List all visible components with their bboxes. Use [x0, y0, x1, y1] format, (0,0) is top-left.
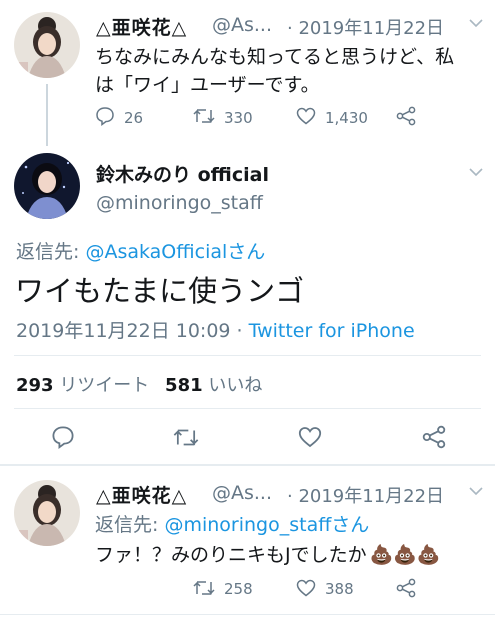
author-avatar[interactable] — [14, 12, 80, 78]
like-stat[interactable]: 581 いいね — [165, 375, 262, 396]
reply-context: 返信先: @minoringo_staffさん — [95, 510, 369, 537]
reply-icon[interactable] — [51, 425, 75, 449]
reply-context: 返信先: @AsakaOfficialさん — [16, 237, 265, 264]
tweet-text: は「ワイ」ユーザーです。 — [95, 74, 320, 96]
tweet-client-link[interactable]: Twitter for iPhone — [249, 320, 415, 342]
heart-icon[interactable] — [298, 426, 322, 448]
retweet-total: 293 — [16, 375, 54, 396]
tweet-timestamp: 2019年11月22日 10:09 · — [16, 320, 249, 342]
tweet-separator — [0, 464, 495, 466]
author-handle[interactable]: @minoringo_staff — [96, 192, 263, 214]
author-handle[interactable]: @As... — [212, 14, 272, 36]
poop-emoji: 💩💩💩 — [369, 544, 441, 566]
heart-icon[interactable] — [296, 579, 316, 597]
share-icon[interactable] — [396, 106, 416, 126]
chevron-down-icon[interactable] — [468, 486, 484, 496]
reply-label: 返信先: — [16, 241, 86, 263]
retweet-icon[interactable] — [192, 107, 216, 125]
reply-to-link[interactable]: @AsakaOfficialさん — [85, 241, 265, 263]
retweet-stat-label: リツイート — [59, 375, 150, 396]
chevron-down-icon[interactable] — [468, 18, 484, 28]
like-stat-label: いいね — [208, 375, 263, 396]
tweet-text-row: ファ！？みのりニキもJでしたか 💩💩💩 — [95, 540, 441, 567]
reply-label: 返信先: — [95, 514, 165, 536]
retweet-count: 258 — [224, 580, 253, 598]
chevron-down-icon[interactable] — [468, 167, 484, 177]
author-name[interactable]: △亜咲花△ — [96, 13, 187, 40]
retweet-stat[interactable]: 293 リツイート — [16, 375, 149, 396]
retweet-icon[interactable] — [192, 579, 216, 597]
tweet-text: ちなみにみんなも知ってると思うけど、私 — [95, 46, 455, 68]
like-total: 581 — [165, 375, 203, 396]
divider — [14, 355, 481, 356]
like-count: 1,430 — [325, 109, 368, 127]
reply-to-link[interactable]: @minoringo_staffさん — [164, 514, 369, 536]
reply-count: 26 — [124, 109, 144, 127]
tweet-date[interactable]: · 2019年11月22日 — [287, 482, 444, 508]
like-count: 388 — [325, 580, 354, 598]
divider — [0, 614, 495, 615]
tweet-text: ワイもたまに使うンゴ — [15, 274, 305, 308]
divider — [14, 408, 481, 409]
heart-icon[interactable] — [296, 107, 316, 125]
author-avatar[interactable] — [14, 153, 80, 219]
author-name[interactable]: 鈴木みのり official — [96, 160, 269, 187]
retweet-icon[interactable] — [172, 427, 200, 448]
author-name[interactable]: △亜咲花△ — [96, 481, 187, 508]
share-icon[interactable] — [422, 425, 446, 449]
reply-icon[interactable] — [95, 106, 115, 126]
tweet-date[interactable]: · 2019年11月22日 — [287, 14, 444, 40]
author-avatar[interactable] — [14, 480, 80, 546]
author-handle[interactable]: @As... — [212, 482, 272, 504]
retweet-count: 330 — [224, 109, 253, 127]
share-icon[interactable] — [396, 578, 416, 598]
tweet-timestamp-row: 2019年11月22日 10:09 · Twitter for iPhone — [16, 316, 415, 343]
thread-connector-line — [46, 84, 48, 146]
tweet-text: ファ！？みのりニキもJでしたか — [95, 544, 367, 566]
tweet-stats: 293 リツイート 581 いいね — [16, 371, 262, 397]
